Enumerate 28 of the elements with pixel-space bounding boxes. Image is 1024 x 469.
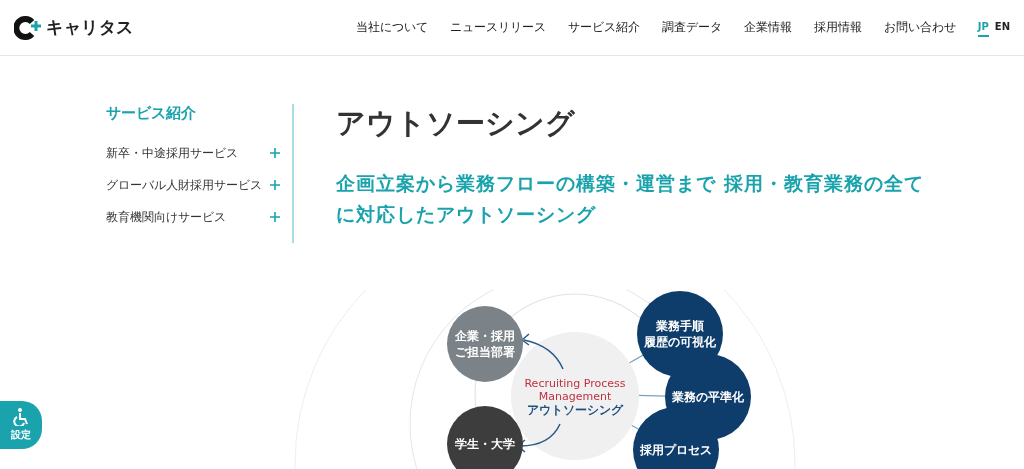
sidebar-link[interactable]: 新卒・中途採用サービス [106,144,238,162]
lead-text: 企画立案から業務フローの構築・運営まで 採用・教育業務の全てに対応したアウトソーシング [336,171,925,227]
logo-icon [14,15,44,40]
node-label: 学生・大学 [455,437,515,451]
page-title: アウトソーシング [336,105,576,142]
nav-link[interactable]: 当社について [355,19,428,36]
curved-arrow [520,333,564,370]
center-subtitle: アウトソーシング [527,403,623,417]
nav-link[interactable]: サービス紹介 [567,19,640,36]
center-title: Recruiting Process Management [524,377,626,403]
node-label: 業務手順 履歴の可視化 [644,319,716,349]
sidebar-link[interactable]: グローバル人財採用サービス [106,176,262,194]
node-label: 業務の平準化 [672,390,744,404]
wheelchair-icon [13,408,29,426]
nav-link[interactable]: ニュースリリース [449,19,546,36]
node-label: 企業・採用 ご担当部署 [455,329,515,359]
plus-icon[interactable] [270,148,280,158]
plus-icon[interactable] [270,180,280,190]
nav-link[interactable]: 企業情報 [743,19,792,36]
nav-link[interactable]: 採用情報 [813,19,862,36]
sidebar-link[interactable]: 教育機関向けサービス [106,208,226,226]
language-link[interactable]: EN [994,18,1010,37]
logo-text[interactable]: キャリタス [46,16,134,39]
node-label: 採用プロセス [640,443,712,457]
nav-link[interactable]: お問い合わせ [883,19,956,36]
sidebar-title: サービス紹介 [106,104,197,123]
plus-icon[interactable] [270,212,280,222]
nav-link[interactable]: 調査データ [661,19,722,36]
